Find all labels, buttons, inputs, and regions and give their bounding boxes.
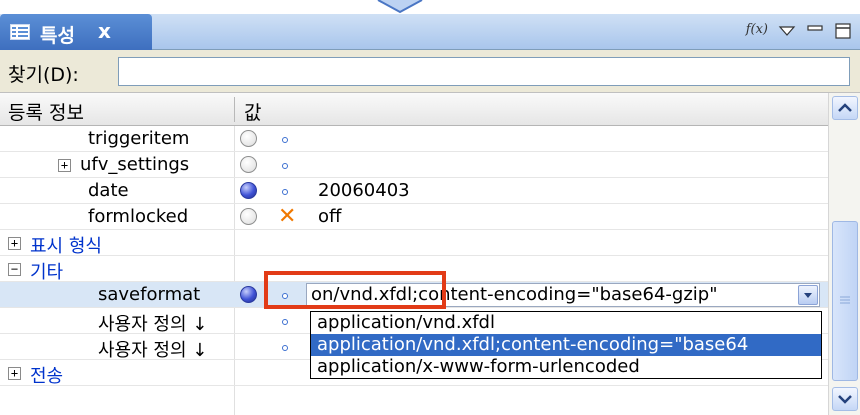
radio-selected-icon[interactable] <box>240 182 257 199</box>
radio-icon[interactable] <box>240 156 257 173</box>
table-row[interactable]: date 20060403 <box>0 178 828 204</box>
function-icon[interactable]: f(x) <box>746 22 768 37</box>
expand-icon[interactable]: + <box>8 237 21 250</box>
search-input[interactable] <box>118 57 850 86</box>
properties-view-titlebar: 특성 x f(x) <box>0 14 860 50</box>
property-name: formlocked <box>88 206 189 227</box>
column-header-property[interactable]: 등록 정보 <box>8 98 84 125</box>
search-bar: 찾기(D): <box>0 50 860 93</box>
maximize-icon[interactable] <box>832 20 854 42</box>
search-label: 찾기(D): <box>8 64 79 86</box>
expand-icon[interactable]: + <box>58 159 71 172</box>
radio-icon[interactable] <box>240 130 257 147</box>
saveformat-dropdown-list: application/vnd.xfdl application/vnd.xfd… <box>310 311 822 379</box>
saveformat-combo-value: on/vnd.xfdl;content-encoding="base64-gzi… <box>311 284 718 305</box>
expand-icon[interactable]: + <box>8 367 21 380</box>
property-name: 사용자 정의 ↓ <box>98 314 208 335</box>
property-name: date <box>88 180 129 201</box>
scroll-thumb[interactable] <box>832 221 858 381</box>
table-row-category[interactable]: − 기타 <box>0 256 828 283</box>
dropdown-option[interactable]: application/vnd.xfdl <box>311 312 821 334</box>
category-name: 전송 <box>30 366 64 387</box>
tab-properties[interactable]: 특성 x <box>0 14 152 50</box>
table-row[interactable]: triggeritem <box>0 126 828 152</box>
tab-properties-label: 특성 <box>40 25 75 47</box>
attribute-dot-icon <box>282 293 288 299</box>
saveformat-combo[interactable]: on/vnd.xfdl;content-encoding="base64-gzi… <box>306 283 820 307</box>
radio-icon[interactable] <box>240 208 257 225</box>
dropdown-option-selected[interactable]: application/vnd.xfdl;content-encoding="b… <box>311 334 821 356</box>
callout-arrow-icon <box>377 0 423 14</box>
attribute-dot-icon <box>282 345 288 351</box>
property-value[interactable]: off <box>318 206 341 227</box>
attribute-dot-icon <box>282 319 288 325</box>
property-name: triggeritem <box>88 128 190 149</box>
off-marker-icon: ✕ <box>278 204 297 229</box>
table-row-selected[interactable]: saveformat on/vnd.xfdl;content-encoding=… <box>0 282 828 308</box>
category-name: 기타 <box>30 262 64 283</box>
properties-icon <box>10 24 30 40</box>
combo-arrow-icon[interactable] <box>798 285 818 305</box>
radio-selected-icon[interactable] <box>240 286 257 303</box>
attribute-dot-icon <box>282 137 288 143</box>
collapse-icon[interactable]: − <box>8 263 21 276</box>
dropdown-option[interactable]: application/x-www-form-urlencoded <box>311 356 821 378</box>
vertical-scrollbar[interactable] <box>828 93 860 415</box>
attribute-dot-icon <box>282 163 288 169</box>
property-value[interactable]: 20060403 <box>318 180 410 201</box>
property-name: 사용자 정의 ↓ <box>98 340 208 361</box>
column-divider[interactable] <box>234 97 235 122</box>
view-menu-icon[interactable] <box>776 20 798 42</box>
scroll-down-icon[interactable] <box>832 387 858 411</box>
scroll-up-icon[interactable] <box>832 96 858 120</box>
table-row-category[interactable]: + 표시 형식 <box>0 230 828 257</box>
minimize-icon[interactable] <box>804 20 826 42</box>
table-row[interactable]: + ufv_settings <box>0 152 828 178</box>
table-header: 등록 정보 값 <box>0 93 828 126</box>
close-icon[interactable]: x <box>98 19 111 43</box>
column-header-value[interactable]: 값 <box>244 98 261 125</box>
property-name: saveformat <box>98 284 201 305</box>
table-row[interactable]: formlocked ✕ off <box>0 204 828 230</box>
property-name: ufv_settings <box>80 154 190 175</box>
attribute-dot-icon <box>282 189 288 195</box>
category-name: 표시 형식 <box>30 236 102 257</box>
